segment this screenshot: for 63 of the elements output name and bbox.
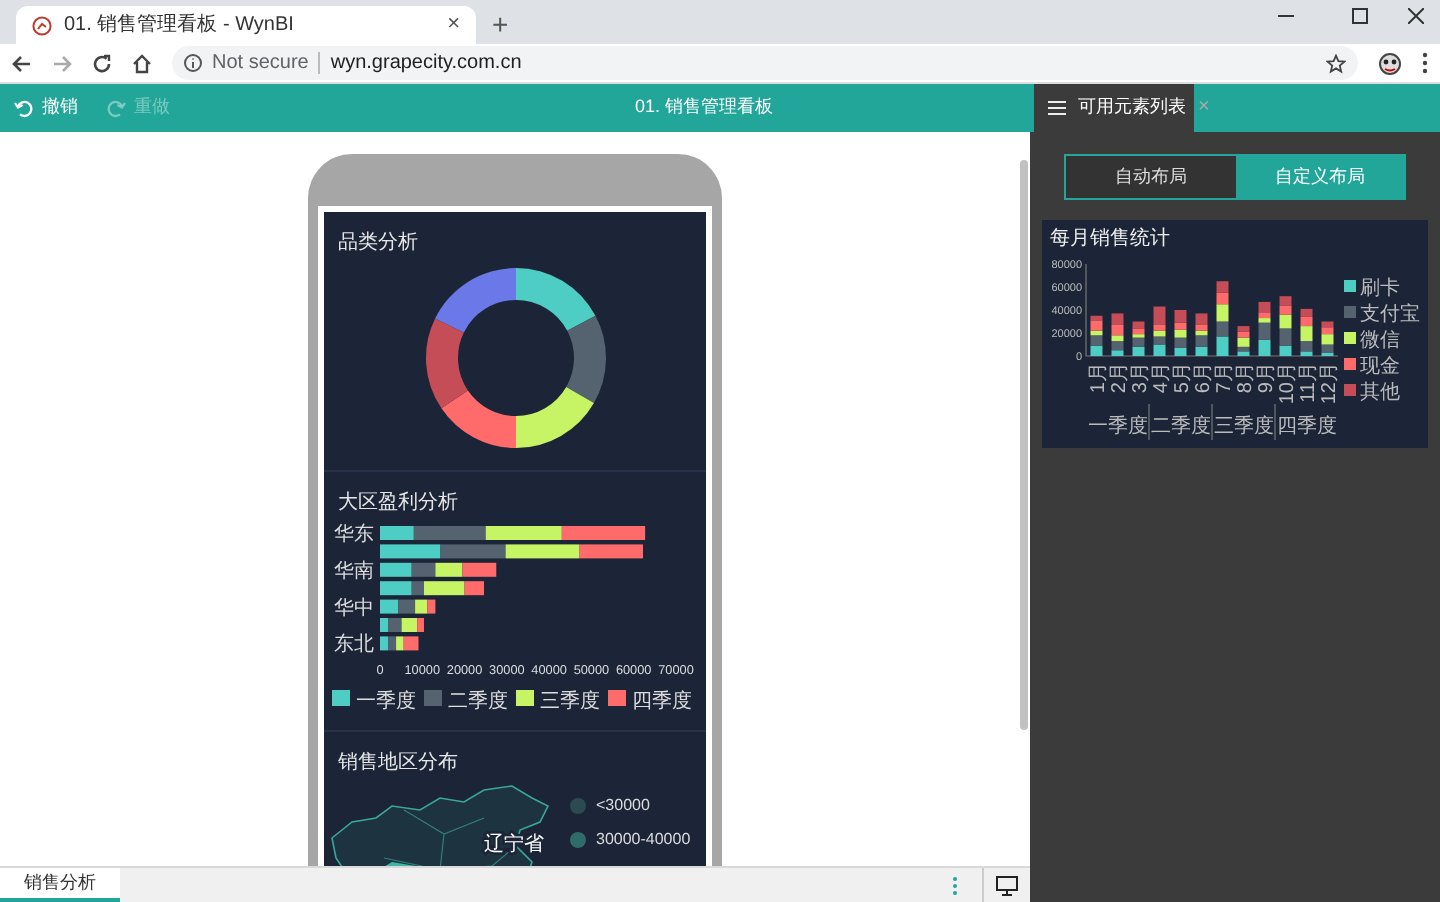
legend-label: 刷卡 — [1360, 278, 1400, 300]
axis-label: 9月 — [1255, 362, 1278, 394]
legend-label: 支付宝 — [1360, 304, 1420, 326]
monitor-icon[interactable] — [996, 875, 1018, 895]
axis-label: 2月 — [1108, 362, 1131, 394]
site-logo-icon[interactable] — [32, 15, 52, 35]
undo-icon — [14, 98, 34, 118]
star-icon[interactable] — [1326, 53, 1346, 73]
legend-label: 四季度 — [632, 691, 692, 713]
more-options-icon[interactable] — [952, 875, 958, 895]
layout-tab[interactable]: 自动布局 — [1066, 156, 1235, 198]
sheet-tab[interactable]: 销售分析 — [0, 868, 120, 902]
axis-label: 12月 — [1318, 362, 1341, 405]
axis-label: 10月 — [1276, 362, 1299, 405]
close-tab-button[interactable]: × — [447, 14, 460, 36]
axis-label: 11月 — [1297, 362, 1320, 403]
tab-title: 01. 销售管理看板 - WynBI — [64, 11, 296, 40]
axis-label: 5月 — [1171, 362, 1194, 394]
legend-label: 二季度 — [448, 691, 508, 713]
axis-label: 华中 — [334, 597, 374, 620]
chart-title: 品类分析 — [336, 229, 420, 256]
home-icon[interactable] — [132, 53, 152, 73]
legend-label: 其他 — [1360, 382, 1400, 404]
security-label: Not secure — [212, 50, 309, 78]
axis-label: 8月 — [1234, 362, 1257, 394]
dashboard-title: 01. 销售管理看板 — [632, 94, 775, 121]
menu-icon[interactable] — [1048, 100, 1066, 116]
maximize-icon[interactable] — [1352, 8, 1368, 24]
close-icon[interactable] — [1407, 8, 1423, 24]
legend-label: 一季度 — [356, 691, 416, 713]
chart-title: 每月销售统计 — [1050, 228, 1170, 250]
group-label: 二季度 — [1150, 416, 1211, 438]
back-icon[interactable] — [12, 53, 32, 73]
group-label: 三季度 — [1213, 416, 1274, 438]
axis-label: 东北 — [334, 634, 374, 657]
redo-icon — [106, 98, 126, 118]
axis-label: 7月 — [1213, 362, 1236, 394]
group-label: 四季度 — [1276, 416, 1337, 438]
scrollbar-thumb[interactable] — [1020, 160, 1028, 730]
axis-label: 华东 — [334, 524, 374, 546]
legend-label: 微信 — [1360, 330, 1400, 352]
group-label: 一季度 — [1087, 416, 1148, 438]
legend-label: 三季度 — [540, 691, 600, 713]
chart-title: 销售地区分布 — [336, 749, 460, 776]
axis-label: 6月 — [1192, 362, 1215, 394]
extension-icon[interactable] — [1378, 51, 1402, 75]
axis-label: 4月 — [1150, 362, 1173, 394]
axis-label: 3月 — [1129, 362, 1152, 394]
reload-icon[interactable] — [92, 53, 112, 73]
panel-tab-title: 可用元素列表 — [1078, 94, 1186, 121]
legend-label: 30000-40000 — [596, 828, 691, 852]
browser-tab[interactable]: 01. 销售管理看板 - WynBI × — [16, 6, 476, 44]
more-menu-icon[interactable] — [1422, 52, 1428, 74]
url-text: wyn.grapecity.com.cn — [330, 50, 524, 78]
map-label: 辽宁省 — [484, 834, 544, 856]
address-field[interactable]: Not secure wyn.grapecity.com.cn — [172, 46, 1358, 80]
new-tab-button[interactable]: + — [492, 10, 509, 38]
axis-label: 1月 — [1087, 362, 1110, 394]
axis-label: 华南 — [334, 560, 374, 583]
legend-label: 现金 — [1360, 356, 1400, 378]
chart-title: 大区盈利分析 — [336, 489, 460, 516]
info-icon[interactable] — [184, 54, 202, 72]
legend-label: <30000 — [596, 794, 650, 818]
